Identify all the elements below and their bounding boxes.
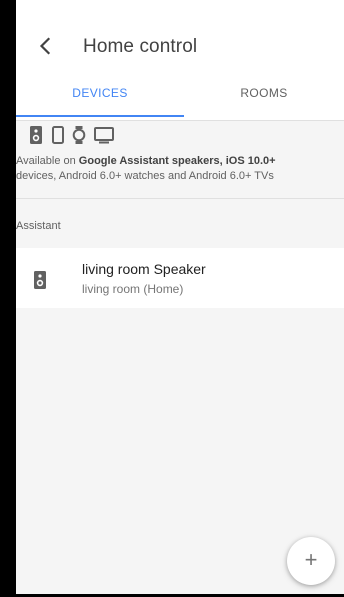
speaker-icon [34,271,46,289]
home-control-screen: Home control DEVICES ROOMS Available on … [16,0,344,597]
app-bar: Home control DEVICES ROOMS [16,0,344,121]
availability-text-bold: Google Assistant speakers, iOS 10.0+ [78,155,276,167]
add-device-button[interactable]: + [287,537,335,585]
add-icon: + [304,547,318,572]
tab-devices[interactable]: DEVICES [16,86,184,100]
speaker-icon [30,126,42,149]
phone-icon [52,126,64,149]
tab-rooms[interactable]: ROOMS [184,86,344,100]
tab-selected-indicator [16,115,184,117]
availability-text: Available on Google Assistant speakers, … [16,154,344,184]
page-title: Home control [83,36,198,57]
arrow-back-icon[interactable] [33,34,57,58]
section-header-assistant: Assistant [16,220,61,232]
availability-text-prefix: Available on [16,155,79,167]
tabs-divider [16,120,344,121]
device-row[interactable]: living room Speaker living room (Home) [16,248,344,308]
availability-text-line2: devices, Android 6.0+ watches and Androi… [16,170,274,182]
device-location: living room (Home) [82,282,184,296]
tv-icon [94,126,114,149]
device-name: living room Speaker [82,261,206,277]
section-divider [16,198,344,199]
watch-icon [72,126,86,149]
